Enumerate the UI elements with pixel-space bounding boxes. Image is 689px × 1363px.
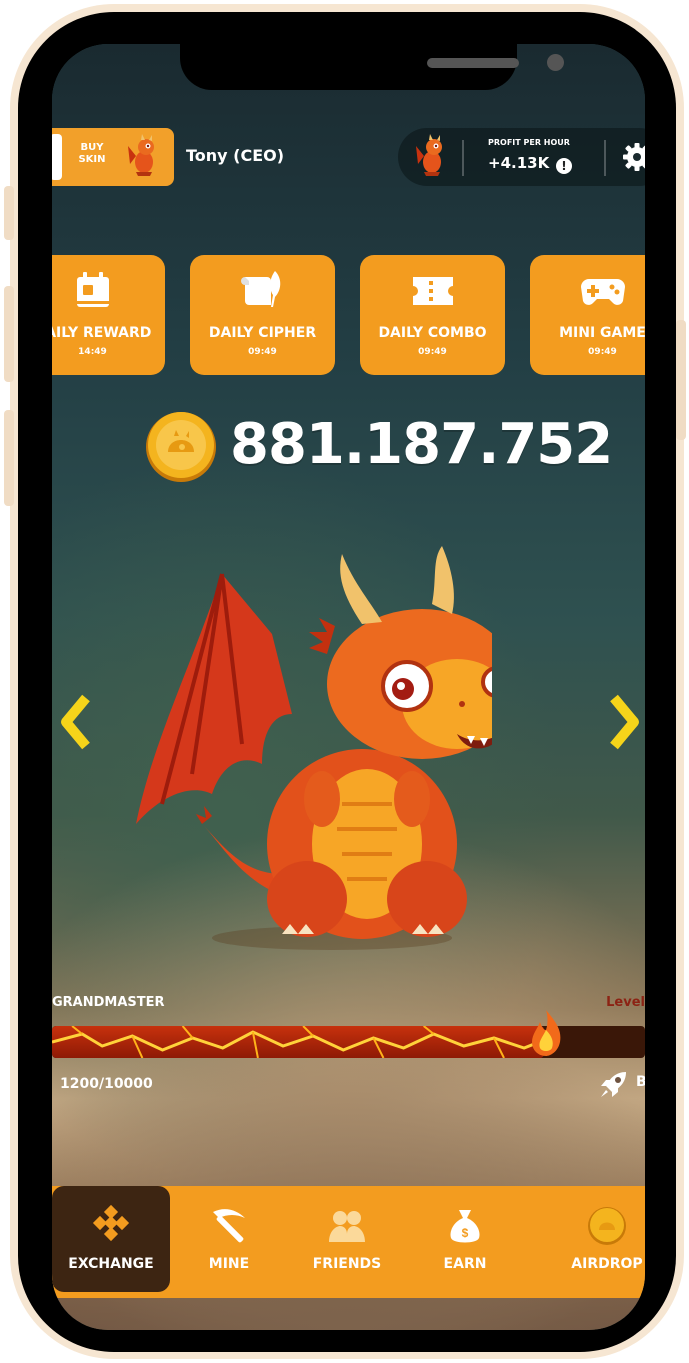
tile-label: DAILY REWARD: [52, 325, 152, 341]
divider: [604, 140, 606, 176]
chevron-left-icon[interactable]: [56, 692, 96, 752]
coin-balance: 881.187.752: [230, 412, 613, 477]
nav-mine[interactable]: MINE: [170, 1186, 288, 1292]
phone-side-button: [676, 320, 686, 440]
level-name: GRANDMASTER: [52, 995, 165, 1010]
svg-text:$: $: [462, 1226, 469, 1240]
chevron-right-icon[interactable]: [604, 692, 644, 752]
phone-side-button: [4, 286, 14, 382]
nav-label: AIRDROP: [571, 1256, 643, 1272]
boost-label[interactable]: Boost: [636, 1074, 645, 1090]
phone-speaker: [427, 58, 519, 68]
rocket-icon[interactable]: [598, 1068, 630, 1100]
fire-icon: [532, 1010, 561, 1056]
level-label: Level: [606, 995, 645, 1010]
skin-button-accent: [52, 134, 62, 180]
level-progress-fill: [52, 1026, 545, 1058]
info-icon[interactable]: !: [556, 158, 572, 174]
dragon-mascot[interactable]: [132, 544, 492, 954]
exchange-icon: [92, 1204, 130, 1242]
money-bag-icon: $: [450, 1210, 480, 1243]
pickaxe-icon: [213, 1209, 245, 1243]
tile-timer: 09:49: [248, 347, 277, 357]
scroll-quill-icon: [240, 271, 280, 307]
tile-timer: 14:49: [78, 347, 107, 357]
ticket-icon: [412, 277, 453, 305]
tile-timer: 09:49: [418, 347, 447, 357]
daily-combo-tile[interactable]: DAILY COMBO 09:49: [360, 255, 505, 375]
gear-icon[interactable]: [622, 142, 645, 172]
divider: [462, 140, 464, 176]
tile-timer: 09:49: [588, 347, 617, 357]
mini-game-tile[interactable]: MINI GAME 09:49: [530, 255, 645, 375]
daily-reward-tile[interactable]: DAILY REWARD 14:49: [52, 255, 165, 375]
phone-side-button: [4, 410, 14, 506]
calendar-icon: [76, 272, 109, 307]
nav-friends[interactable]: FRIENDS: [288, 1186, 406, 1292]
buy-skin-label: BUY SKIN: [78, 142, 106, 165]
coin-icon: [588, 1207, 626, 1245]
tile-label: DAILY COMBO: [378, 325, 487, 341]
nav-exchange[interactable]: EXCHANGE: [52, 1186, 170, 1292]
username: Tony (CEO): [186, 146, 285, 165]
lava-cracks: [52, 1026, 545, 1058]
app-screen: BUY SKIN Tony (CEO) PROFIT PER HOUR +4.1…: [52, 44, 645, 1330]
buy-skin-button[interactable]: BUY SKIN: [52, 128, 174, 186]
nav-airdrop[interactable]: AIRDROP: [548, 1186, 645, 1292]
dragon-avatar-icon: [416, 134, 442, 176]
tile-label: DAILY CIPHER: [208, 325, 317, 341]
phone-camera: [547, 54, 564, 71]
nav-earn[interactable]: $ EARN: [406, 1186, 524, 1292]
phone-side-button: [4, 186, 14, 240]
nav-label: FRIENDS: [312, 1256, 382, 1272]
phone-notch: [180, 44, 564, 90]
nav-label: MINE: [208, 1256, 250, 1272]
dragon-avatar-icon: [128, 134, 154, 176]
level-progress-text: 1200/10000: [60, 1076, 153, 1092]
gamepad-icon: [580, 279, 625, 305]
daily-cipher-tile[interactable]: DAILY CIPHER 09:49: [190, 255, 335, 375]
profit-per-hour-label: PROFIT PER HOUR: [488, 138, 570, 147]
friends-icon: [329, 1211, 365, 1242]
coin-icon: [146, 412, 216, 482]
profit-per-hour-value: +4.13K: [488, 154, 550, 172]
nav-label: EARN: [443, 1256, 487, 1272]
tile-label: MINI GAME: [559, 325, 645, 341]
nav-label: EXCHANGE: [68, 1256, 154, 1272]
